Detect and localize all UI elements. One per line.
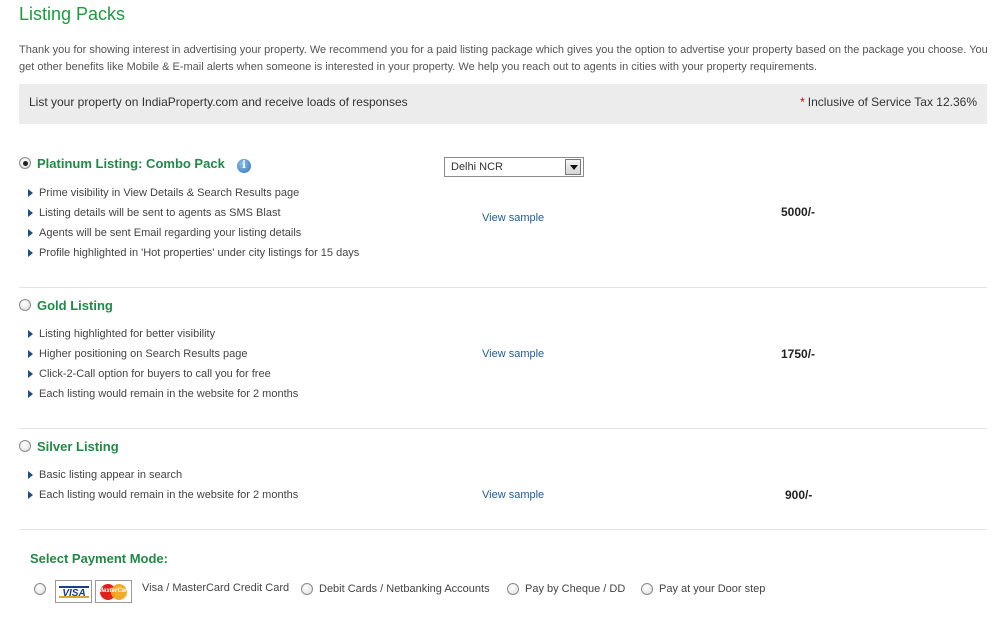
info-banner: List your property on IndiaProperty.com … [19, 84, 987, 124]
bullet-arrow-icon [28, 209, 33, 217]
payment-label: Pay at your Door step [659, 583, 766, 595]
feature-text: Profile highlighted in 'Hot properties' … [39, 247, 360, 259]
cheque-radio[interactable] [507, 583, 519, 595]
view-sample-link[interactable]: View sample [482, 212, 544, 224]
banner-message: List your property on IndiaProperty.com … [29, 95, 408, 109]
feature-item: Higher positioning on Search Results pag… [28, 348, 298, 368]
feature-text: Basic listing appear in search [39, 469, 183, 481]
pack-silver: Silver Listing Basic listing appear in s… [19, 433, 987, 523]
feature-list: Listing highlighted for better visibilit… [28, 328, 298, 408]
payment-option-credit-card[interactable]: VISA MasterCard Visa / MasterCard Credit… [34, 580, 294, 603]
feature-text: Listing highlighted for better visibilit… [39, 328, 216, 340]
intro-text: Thank you for showing interest in advert… [19, 44, 988, 73]
feature-item: Each listing would remain in the website… [28, 489, 298, 509]
visa-logo-text: VISA [59, 586, 89, 599]
bullet-arrow-icon [28, 229, 33, 237]
service-tax-note: * Inclusive of Service Tax 12.36% [800, 95, 977, 109]
feature-item: Profile highlighted in 'Hot properties' … [28, 247, 359, 267]
divider [19, 428, 987, 429]
price: 900/- [785, 488, 813, 502]
payment-label: Pay by Cheque / DD [525, 583, 626, 595]
payment-option-debit-netbanking[interactable]: Debit Cards / Netbanking Accounts [301, 580, 491, 602]
divider [19, 287, 987, 288]
bullet-arrow-icon [28, 491, 33, 499]
payment-label: Visa / MasterCard Credit Card [142, 582, 290, 594]
bullet-arrow-icon [28, 471, 33, 479]
pack-title: Platinum Listing: Combo Pack [37, 156, 225, 171]
feature-text: Listing details will be sent to agents a… [39, 207, 281, 219]
credit-card-radio[interactable] [34, 583, 46, 595]
price: 5000/- [781, 205, 816, 219]
silver-radio[interactable] [19, 440, 31, 452]
bullet-arrow-icon [28, 330, 33, 338]
asterisk: * [800, 95, 805, 109]
feature-text: Agents will be sent Email regarding your… [39, 227, 302, 239]
bullet-arrow-icon [28, 350, 33, 358]
gold-radio[interactable] [19, 299, 31, 311]
feature-text: Each listing would remain in the website… [39, 489, 299, 501]
feature-text: Prime visibility in View Details & Searc… [39, 187, 300, 199]
debit-card-radio[interactable] [301, 583, 313, 595]
visa-logo-icon: VISA [55, 580, 92, 603]
payment-option-door-step[interactable]: Pay at your Door step [641, 580, 771, 602]
mastercard-logo-icon: MasterCard [95, 580, 132, 603]
feature-text: Each listing would remain in the website… [39, 388, 299, 400]
city-select-value: Delhi NCR [451, 161, 503, 173]
info-icon[interactable]: i [237, 159, 251, 173]
mastercard-logo-text: MasterCard [98, 588, 132, 594]
payment-heading: Select Payment Mode: [30, 551, 168, 566]
feature-item: Listing highlighted for better visibilit… [28, 328, 298, 348]
feature-item: Each listing would remain in the website… [28, 388, 298, 408]
bullet-arrow-icon [28, 189, 33, 197]
bullet-arrow-icon [28, 390, 33, 398]
payment-option-cheque[interactable]: Pay by Cheque / DD [507, 580, 627, 602]
pack-platinum: Platinum Listing: Combo Pack i Delhi NCR… [19, 150, 987, 275]
feature-item: Prime visibility in View Details & Searc… [28, 187, 359, 207]
door-step-radio[interactable] [641, 583, 653, 595]
payment-label: Debit Cards / Netbanking Accounts [319, 583, 490, 595]
feature-list: Prime visibility in View Details & Searc… [28, 187, 359, 267]
city-select[interactable]: Delhi NCR [444, 157, 584, 177]
divider [19, 529, 987, 530]
feature-item: Agents will be sent Email regarding your… [28, 227, 359, 247]
feature-list: Basic listing appear in search Each list… [28, 469, 298, 509]
view-sample-link[interactable]: View sample [482, 489, 544, 501]
price: 1750/- [781, 347, 816, 361]
chevron-down-icon[interactable] [565, 159, 581, 175]
pack-gold: Gold Listing Listing highlighted for bet… [19, 292, 987, 417]
pack-title: Gold Listing [37, 298, 113, 313]
bullet-arrow-icon [28, 249, 33, 257]
view-sample-link[interactable]: View sample [482, 348, 544, 360]
feature-text: Higher positioning on Search Results pag… [39, 348, 248, 360]
service-tax-text: Inclusive of Service Tax 12.36% [807, 95, 977, 109]
feature-text: Click-2-Call option for buyers to call y… [39, 368, 271, 380]
feature-item: Basic listing appear in search [28, 469, 298, 489]
platinum-radio[interactable] [19, 157, 31, 169]
page-title: Listing Packs [19, 4, 126, 24]
feature-item: Listing details will be sent to agents a… [28, 207, 359, 227]
bullet-arrow-icon [28, 370, 33, 378]
feature-item: Click-2-Call option for buyers to call y… [28, 368, 298, 388]
pack-title: Silver Listing [37, 439, 119, 454]
